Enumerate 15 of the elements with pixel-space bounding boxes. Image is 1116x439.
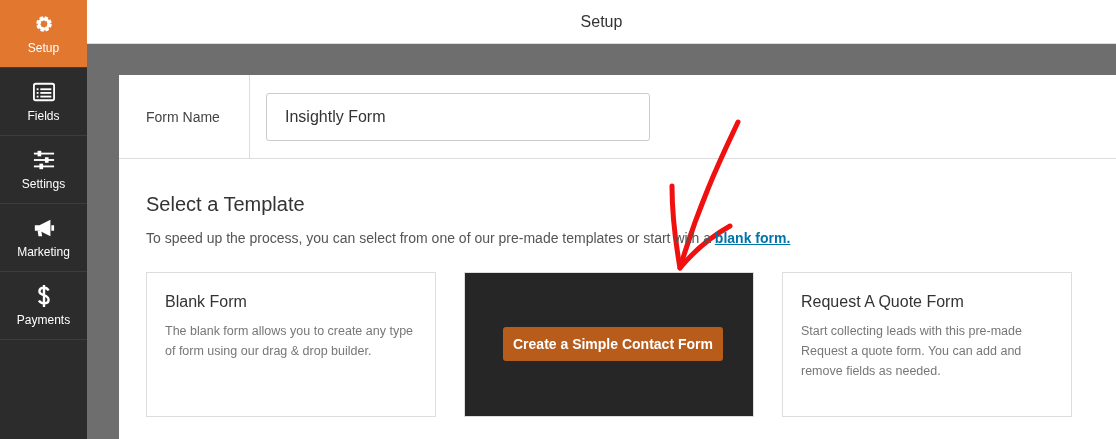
- card-description: Start collecting leads with this pre-made Request a quote form. You can add and remove fields as needed.: [801, 323, 1023, 380]
- list-icon: [32, 80, 55, 103]
- card-title: Blank Form: [165, 293, 248, 311]
- template-card[interactable]: Request A Quote Form Start collecting leads with this pre-made Request a quote form. You can add and remove fields as needed.: [782, 272, 1072, 417]
- sliders-icon: [32, 148, 55, 171]
- template-card[interactable]: Blank Form The blank form allows you to create any type of form using our drag & drop builder.: [146, 272, 436, 417]
- blank-form-link[interactable]: blank form.: [714, 230, 791, 246]
- create-form-button[interactable]: Create a Simple Contact Form: [503, 327, 723, 361]
- section-heading: Select a Template: [146, 193, 306, 216]
- form-name-field[interactable]: Insightly Form: [266, 92, 650, 141]
- page-title: Setup: [580, 12, 623, 31]
- card-title: Request A Quote Form: [801, 293, 965, 311]
- template-card[interactable]: Create a Simple Contact Form: [464, 272, 754, 417]
- field-label: Form Name: [146, 108, 220, 125]
- card-description: The blank form allows you to create any type of form using our drag & drop builder.: [165, 323, 415, 360]
